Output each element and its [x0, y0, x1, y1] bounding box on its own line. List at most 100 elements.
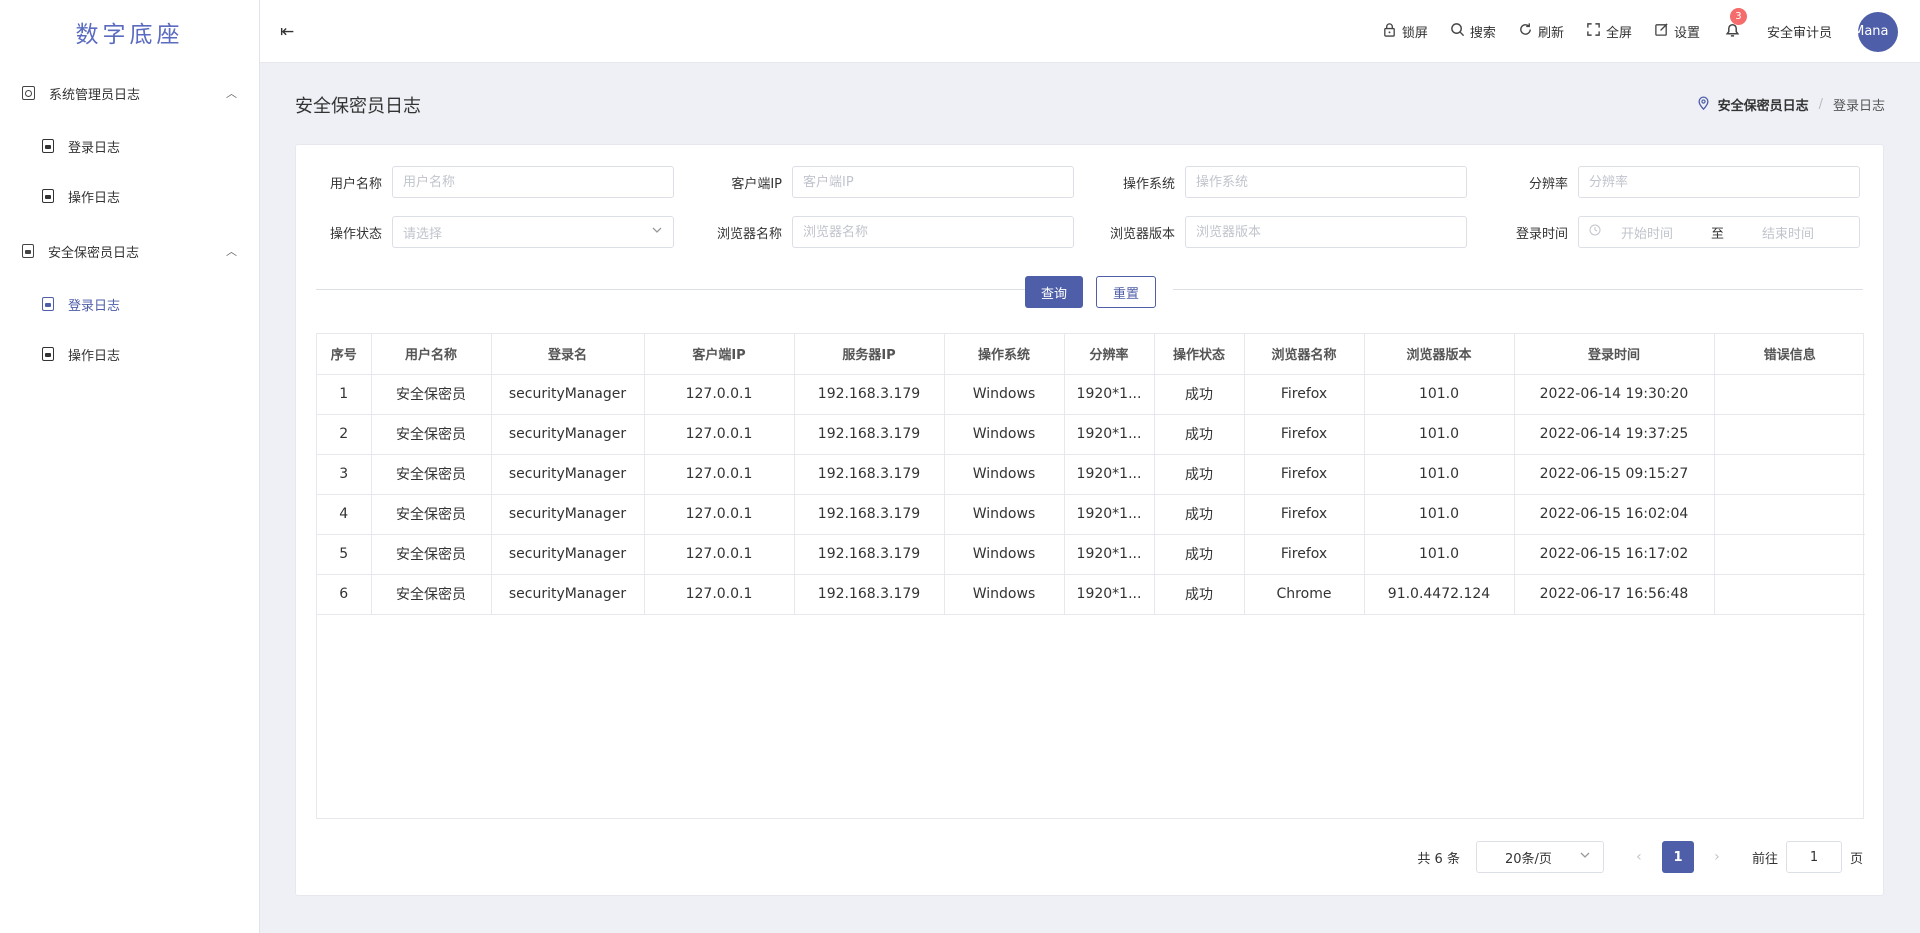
page-number-current[interactable]: 1	[1661, 841, 1694, 873]
content-card: 用户名称 客户端IP 操作系统 分辨率 操作状态 请选择 浏览器名称 浏览器版本…	[295, 144, 1884, 896]
table-cell	[1714, 534, 1865, 575]
table-cell	[1714, 574, 1865, 615]
sidebar-group-label: 系统管理员日志	[49, 87, 141, 103]
os-label: 操作系统	[1122, 176, 1175, 192]
search-button[interactable]: 搜索	[1450, 22, 1496, 41]
prev-page-icon[interactable]: ‹	[1624, 849, 1654, 865]
breadcrumb-item-parent[interactable]: 安全保密员日志	[1718, 95, 1809, 114]
client-ip-input[interactable]	[792, 166, 1074, 198]
filter-client-ip: 客户端IP	[706, 166, 1074, 198]
filter-browser-version: 浏览器版本	[1096, 216, 1467, 248]
sidebar-item-security-operation-log[interactable]: 操作日志	[0, 329, 259, 379]
sidebar: 数字底座 系统管理员日志 ︿ 登录日志 操作日志 安全保密员日志 ︿ 登录日志 …	[0, 0, 260, 933]
chevron-up-icon: ︿	[226, 245, 237, 258]
browser-name-input[interactable]	[792, 216, 1074, 248]
browser-name-label: 浏览器名称	[716, 226, 782, 242]
fullscreen-icon	[1586, 22, 1601, 41]
search-label: 搜索	[1469, 26, 1496, 41]
filter-resolution: 分辨率	[1486, 166, 1860, 198]
table-cell: Firefox	[1244, 414, 1365, 455]
refresh-button[interactable]: 刷新	[1518, 22, 1564, 41]
notification-badge: 3	[1729, 7, 1747, 25]
document-icon	[42, 189, 54, 203]
table-cell: 101.0	[1364, 534, 1515, 575]
chevron-up-icon: ︿	[226, 87, 237, 100]
start-time-placeholder[interactable]: 开始时间	[1621, 223, 1673, 242]
table-cell: 3	[317, 454, 372, 495]
settings-button[interactable]: 设置	[1654, 22, 1700, 41]
table-cell: Windows	[944, 454, 1065, 495]
collapse-sidebar-icon[interactable]: ⇤	[280, 22, 294, 42]
table-cell: 127.0.0.1	[644, 414, 795, 455]
page-size-select[interactable]: 20条/页	[1475, 841, 1604, 873]
pagination-total: 共 6 条	[1417, 851, 1460, 867]
table-cell: 2022-06-15 09:15:27	[1514, 454, 1715, 495]
table-cell: 1920*1...	[1064, 414, 1155, 455]
sidebar-item-sysadmin-operation-log[interactable]: 操作日志	[0, 171, 259, 221]
resolution-input[interactable]	[1578, 166, 1860, 198]
table-cell: 5	[317, 534, 372, 575]
lock-screen-button[interactable]: 锁屏	[1382, 22, 1428, 41]
table-cell: 成功	[1154, 534, 1245, 575]
reset-button[interactable]: 重置	[1096, 276, 1156, 308]
lock-icon	[1382, 22, 1397, 41]
avatar[interactable]: tMana	[1858, 11, 1898, 52]
column-header: 浏览器名称	[1244, 334, 1365, 375]
sidebar-group-label: 安全保密员日志	[48, 245, 140, 261]
avatar-text: tMana	[1858, 24, 1889, 39]
goto-page-input[interactable]	[1785, 841, 1842, 873]
table-cell: securityManager	[491, 374, 645, 415]
column-header: 错误信息	[1714, 334, 1865, 375]
query-button[interactable]: 查询	[1025, 276, 1083, 308]
end-time-placeholder[interactable]: 结束时间	[1762, 223, 1814, 242]
bell-icon	[1724, 23, 1741, 43]
table-cell: 1920*1...	[1064, 574, 1155, 615]
table-cell: Windows	[944, 534, 1065, 575]
username-label: 用户名称	[329, 176, 382, 192]
table-cell	[1714, 454, 1865, 495]
clock-icon	[1589, 224, 1601, 240]
document-icon	[22, 244, 34, 258]
table-cell: 2022-06-14 19:37:25	[1514, 414, 1715, 455]
column-header: 用户名称	[371, 334, 492, 375]
document-icon	[42, 139, 54, 153]
table-cell: securityManager	[491, 494, 645, 535]
notification-button[interactable]: 3	[1724, 7, 1747, 43]
sidebar-item-label: 操作日志	[68, 348, 121, 364]
table-cell: 101.0	[1364, 414, 1515, 455]
sidebar-group-security-log[interactable]: 安全保密员日志 ︿	[0, 223, 259, 279]
column-header: 操作状态	[1154, 334, 1245, 375]
page-title: 安全保密员日志	[295, 96, 421, 117]
column-header: 客户端IP	[644, 334, 795, 375]
table-cell: 91.0.4472.124	[1364, 574, 1515, 615]
table-cell: 成功	[1154, 454, 1245, 495]
sidebar-item-sysadmin-login-log[interactable]: 登录日志	[0, 121, 259, 171]
status-label: 操作状态	[329, 226, 382, 242]
client-ip-label: 客户端IP	[731, 176, 782, 192]
table-cell: 127.0.0.1	[644, 454, 795, 495]
browser-version-input[interactable]	[1185, 216, 1467, 248]
document-icon	[42, 297, 54, 311]
username-input[interactable]	[392, 166, 674, 198]
app-logo: 数字底座	[75, 21, 184, 48]
table-cell: 192.168.3.179	[794, 574, 945, 615]
table-cell: securityManager	[491, 534, 645, 575]
breadcrumb-separator: /	[1818, 97, 1823, 112]
table-cell: 成功	[1154, 414, 1245, 455]
filter-browser-name: 浏览器名称	[706, 216, 1074, 248]
fullscreen-button[interactable]: 全屏	[1586, 22, 1632, 41]
sidebar-group-sysadmin-log[interactable]: 系统管理员日志 ︿	[0, 65, 259, 121]
table-cell: Windows	[944, 494, 1065, 535]
status-select[interactable]: 请选择	[392, 216, 674, 248]
table-cell: 2	[317, 414, 372, 455]
os-input[interactable]	[1185, 166, 1467, 198]
table-cell: 安全保密员	[371, 534, 492, 575]
login-time-range-picker[interactable]: 开始时间 至 结束时间	[1578, 216, 1860, 248]
table-cell: 2022-06-14 19:30:20	[1514, 374, 1715, 415]
page-size-value: 20条/页	[1504, 851, 1552, 867]
next-page-icon[interactable]: ›	[1702, 849, 1732, 865]
sidebar-item-security-login-log[interactable]: 登录日志	[0, 279, 259, 329]
table-cell: Chrome	[1244, 574, 1365, 615]
column-header: 分辨率	[1064, 334, 1155, 375]
sidebar-item-label: 登录日志	[68, 140, 121, 156]
